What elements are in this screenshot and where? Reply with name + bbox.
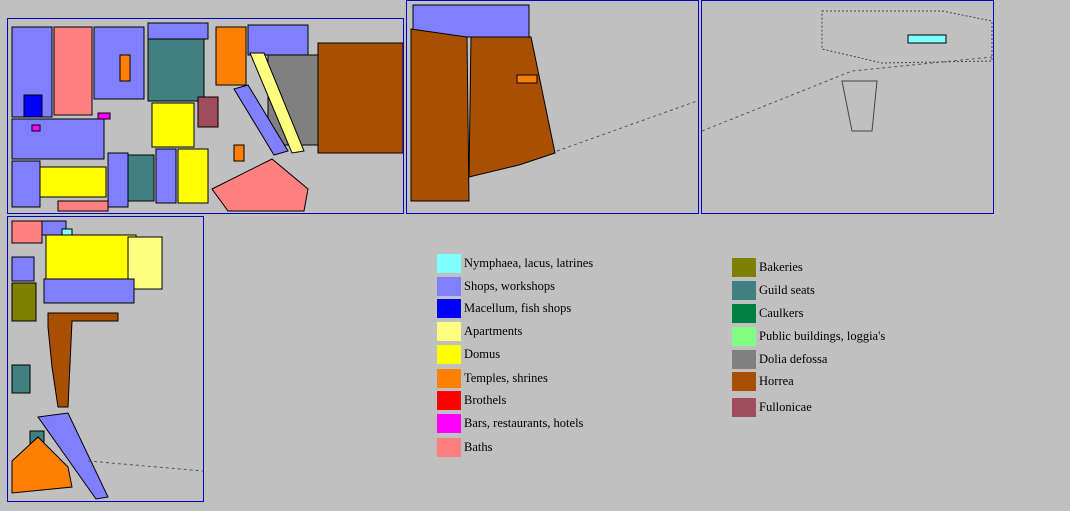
horrea-block — [410, 28, 470, 202]
shops-block — [93, 26, 145, 100]
map-panel-west[interactable] — [7, 18, 404, 214]
legend-swatch — [437, 299, 461, 318]
shops-block — [11, 256, 35, 282]
legend-label: Macellum, fish shops — [464, 301, 572, 315]
guild-block — [147, 38, 205, 102]
legend-label: Shops, workshops — [464, 279, 555, 293]
temple-block — [215, 26, 247, 86]
legend-swatch — [437, 254, 461, 273]
fullonica-block — [197, 96, 219, 128]
legend-label: Temples, shrines — [464, 371, 548, 385]
legend-swatch — [732, 281, 756, 300]
map-west-svg — [11, 22, 403, 212]
map-panel-south[interactable] — [7, 216, 204, 502]
baths-block — [53, 26, 93, 116]
map-center-svg — [410, 4, 698, 202]
shops-block — [147, 22, 209, 40]
guild-block — [127, 154, 155, 202]
shops-block — [11, 160, 41, 208]
legend-swatch — [732, 398, 756, 417]
map-east-svg — [702, 10, 993, 132]
legend-swatch — [732, 327, 756, 346]
domus-block — [177, 148, 209, 204]
legend-label: Caulkers — [759, 306, 804, 320]
baths-block — [211, 158, 309, 212]
shoreline-path — [556, 100, 698, 152]
baths-block — [57, 200, 109, 212]
legend-swatch — [732, 258, 756, 277]
temple-block — [233, 144, 245, 162]
legend-label: Baths — [464, 440, 493, 454]
shoreline-path — [87, 460, 203, 472]
legend-left: Nymphaea, lacus, latrines Shops, worksho… — [437, 254, 687, 464]
legend-swatch — [732, 304, 756, 323]
guild-block — [11, 364, 31, 394]
legend-swatch — [437, 391, 461, 410]
ruin-outline — [821, 10, 993, 64]
domus-block — [45, 234, 137, 280]
domus-block — [151, 102, 195, 148]
legend-label: Guild seats — [759, 283, 815, 297]
nymphaeum-block — [907, 34, 947, 44]
temple-block — [516, 74, 538, 84]
baths-block — [11, 220, 43, 244]
horrea-block — [47, 312, 119, 408]
ruin-outline — [841, 80, 878, 132]
shops-block — [247, 24, 309, 56]
domus-block — [39, 166, 107, 198]
map-south-svg — [11, 220, 203, 500]
legend-swatch — [437, 369, 461, 388]
legend-swatch — [437, 438, 461, 457]
legend-label: Domus — [464, 347, 501, 361]
nymphaeum-block — [61, 228, 73, 236]
legend-swatch — [437, 345, 461, 364]
temple-block — [119, 54, 131, 82]
legend-swatch — [732, 350, 756, 369]
legend-label: Public buildings, loggia's — [759, 329, 886, 343]
legend-label: Brothels — [464, 393, 507, 407]
legend-label: Fullonicae — [759, 400, 812, 414]
legend-label: Bars, restaurants, hotels — [464, 416, 584, 430]
map-panel-east[interactable] — [701, 0, 994, 214]
shops-block — [155, 148, 177, 204]
legend-label: Apartments — [464, 324, 523, 338]
shops-block — [11, 118, 105, 160]
legend-label: Dolia defossa — [759, 352, 828, 366]
legend-swatch — [437, 414, 461, 433]
horrea-block — [317, 42, 403, 154]
legend-swatch — [437, 322, 461, 341]
legend-swatch — [437, 277, 461, 296]
bars-block — [97, 112, 111, 120]
shops-block — [43, 278, 135, 304]
legend-swatch — [732, 372, 756, 391]
bars-block — [31, 124, 41, 132]
bakery-block — [11, 282, 37, 322]
shops-block — [107, 152, 129, 208]
legend-label: Nymphaea, lacus, latrines — [464, 256, 594, 270]
legend-label: Horrea — [759, 374, 794, 388]
legend-right: Bakeries Guild seats Caulkers Public bui… — [732, 258, 982, 418]
horrea-block — [468, 36, 556, 178]
macellum-block — [23, 94, 43, 118]
map-panel-center[interactable] — [406, 0, 699, 214]
legend-label: Bakeries — [759, 260, 803, 274]
shoreline-path — [702, 56, 993, 132]
